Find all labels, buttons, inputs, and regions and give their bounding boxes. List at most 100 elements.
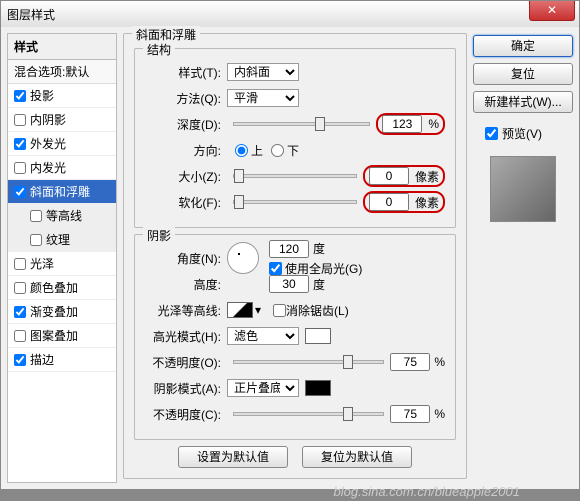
preview-checkbox[interactable] [485, 127, 498, 140]
window-title: 图层样式 [7, 6, 55, 23]
style-item-纹理[interactable]: 纹理 [8, 228, 116, 252]
style-item-label: 渐变叠加 [30, 303, 78, 320]
soften-unit: 像素 [415, 194, 439, 211]
style-item-图案叠加[interactable]: 图案叠加 [8, 324, 116, 348]
titlebar[interactable]: 图层样式 ✕ [1, 1, 579, 27]
style-select[interactable]: 内斜面 [227, 63, 299, 81]
gloss-contour-picker[interactable] [227, 302, 253, 318]
reset-default-button[interactable]: 复位为默认值 [302, 446, 412, 468]
highlight-mode-select[interactable]: 滤色 [227, 327, 299, 345]
size-slider[interactable] [233, 174, 357, 178]
depth-input[interactable] [382, 115, 422, 133]
shading-legend: 阴影 [143, 227, 175, 244]
style-item-label: 内发光 [30, 159, 66, 176]
antialias-checkbox[interactable] [273, 304, 286, 317]
angle-unit: 度 [313, 240, 325, 257]
style-item-label: 外发光 [30, 135, 66, 152]
shadow-opacity-input[interactable] [390, 405, 430, 423]
style-item-内阴影[interactable]: 内阴影 [8, 108, 116, 132]
shadow-mode-select[interactable]: 正片叠底 [227, 379, 299, 397]
highlight-opacity-label: 不透明度(O): [145, 354, 227, 371]
close-button[interactable]: ✕ [529, 1, 575, 21]
style-checkbox[interactable] [30, 234, 42, 246]
shadow-color-swatch[interactable] [305, 380, 331, 396]
gloss-contour-label: 光泽等高线: [145, 302, 227, 319]
style-item-label: 投影 [30, 87, 54, 104]
soften-label: 软化(F): [145, 194, 227, 211]
style-item-渐变叠加[interactable]: 渐变叠加 [8, 300, 116, 324]
style-item-label: 纹理 [46, 231, 70, 248]
style-item-label: 颜色叠加 [30, 279, 78, 296]
style-checkbox[interactable] [14, 162, 26, 174]
style-item-label: 图案叠加 [30, 327, 78, 344]
angle-control[interactable] [227, 242, 259, 274]
style-item-等高线[interactable]: 等高线 [8, 204, 116, 228]
style-item-投影[interactable]: 投影 [8, 84, 116, 108]
preview-label: 预览(V) [502, 125, 542, 142]
style-item-label: 等高线 [46, 207, 82, 224]
structure-group: 结构 样式(T): 内斜面 方法(Q): 平滑 深度(D): [134, 48, 456, 228]
style-checkbox[interactable] [14, 90, 26, 102]
size-input[interactable] [369, 167, 409, 185]
bevel-group: 斜面和浮雕 结构 样式(T): 内斜面 方法(Q): 平滑 深度(D): [123, 33, 467, 479]
style-label: 样式(T): [145, 64, 227, 81]
style-item-斜面和浮雕[interactable]: 斜面和浮雕 [8, 180, 116, 204]
style-checkbox[interactable] [30, 210, 42, 222]
direction-down-radio[interactable] [271, 144, 284, 157]
style-item-label: 斜面和浮雕 [30, 183, 90, 200]
style-checkbox[interactable] [14, 306, 26, 318]
altitude-label: 高度: [145, 276, 227, 293]
style-checkbox[interactable] [14, 354, 26, 366]
technique-select[interactable]: 平滑 [227, 89, 299, 107]
style-checkbox[interactable] [14, 138, 26, 150]
size-highlight: 像素 [363, 165, 445, 187]
highlight-mode-label: 高光模式(H): [145, 328, 227, 345]
chevron-down-icon[interactable]: ▾ [255, 303, 261, 317]
size-unit: 像素 [415, 168, 439, 185]
altitude-unit: 度 [313, 276, 325, 293]
cancel-button[interactable]: 复位 [473, 63, 573, 85]
ok-button[interactable]: 确定 [473, 35, 573, 57]
style-checkbox[interactable] [14, 330, 26, 342]
structure-legend: 结构 [143, 41, 175, 58]
new-style-button[interactable]: 新建样式(W)... [473, 91, 573, 113]
pct-unit: % [434, 355, 445, 369]
style-checkbox[interactable] [14, 186, 26, 198]
depth-highlight: % [376, 113, 445, 135]
highlight-opacity-input[interactable] [390, 353, 430, 371]
angle-input[interactable] [269, 240, 309, 258]
depth-slider[interactable] [233, 122, 370, 126]
style-item-label: 光泽 [30, 255, 54, 272]
shadow-opacity-slider[interactable] [233, 412, 384, 416]
global-light-checkbox[interactable] [269, 262, 282, 275]
global-light-label: 使用全局光(G) [285, 260, 362, 277]
watermark: blog.sina.com.cn/blueapple2001 [334, 484, 520, 499]
style-item-内发光[interactable]: 内发光 [8, 156, 116, 180]
style-item-描边[interactable]: 描边 [8, 348, 116, 372]
shadow-mode-label: 阴影模式(A): [145, 380, 227, 397]
styles-list: 样式 混合选项:默认 投影内阴影外发光内发光斜面和浮雕等高线纹理光泽颜色叠加渐变… [7, 33, 117, 483]
depth-unit: % [428, 117, 439, 131]
blend-options[interactable]: 混合选项:默认 [8, 60, 116, 84]
altitude-input[interactable] [269, 275, 309, 293]
size-label: 大小(Z): [145, 168, 227, 185]
style-checkbox[interactable] [14, 114, 26, 126]
shading-group: 阴影 角度(N): 度 使用全局光(G) [134, 234, 456, 440]
soften-slider[interactable] [233, 200, 357, 204]
direction-label: 方向: [145, 142, 227, 159]
soften-input[interactable] [369, 193, 409, 211]
direction-up-radio[interactable] [235, 144, 248, 157]
style-checkbox[interactable] [14, 258, 26, 270]
style-item-label: 描边 [30, 351, 54, 368]
highlight-opacity-slider[interactable] [233, 360, 384, 364]
settings-panel: 斜面和浮雕 结构 样式(T): 内斜面 方法(Q): 平滑 深度(D): [123, 33, 467, 483]
depth-label: 深度(D): [145, 116, 227, 133]
highlight-color-swatch[interactable] [305, 328, 331, 344]
style-item-光泽[interactable]: 光泽 [8, 252, 116, 276]
style-item-颜色叠加[interactable]: 颜色叠加 [8, 276, 116, 300]
make-default-button[interactable]: 设置为默认值 [178, 446, 288, 468]
style-item-外发光[interactable]: 外发光 [8, 132, 116, 156]
antialias-label: 消除锯齿(L) [286, 302, 349, 319]
style-checkbox[interactable] [14, 282, 26, 294]
styles-header: 样式 [8, 34, 116, 60]
